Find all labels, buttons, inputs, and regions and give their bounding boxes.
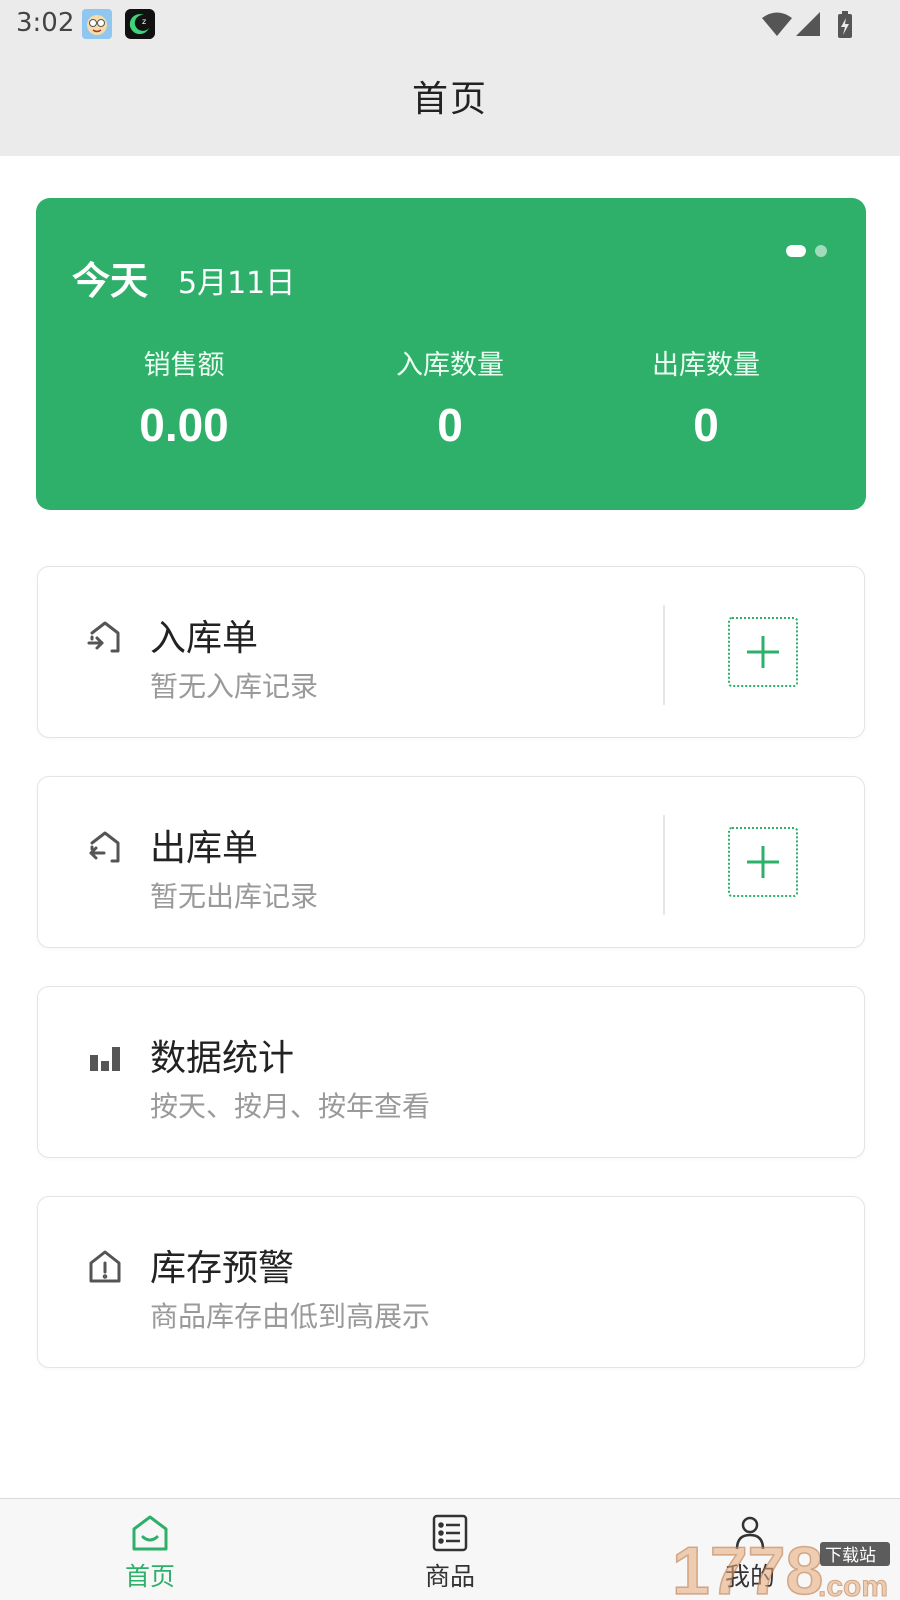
divider (663, 605, 665, 705)
menu-card-statistics[interactable]: 数据统计 按天、按月、按年查看 (37, 986, 865, 1158)
menu-subtitle: 按天、按月、按年查看 (150, 1090, 431, 1123)
stat-value: 0.00 (139, 399, 229, 451)
stat-stock-in-quantity: 入库数量 0 (325, 343, 575, 452)
today-label: 今天 (72, 259, 149, 303)
stat-value: 0 (437, 399, 463, 451)
divider (663, 815, 665, 915)
wifi-icon (762, 12, 792, 36)
warning-house-icon (86, 1247, 124, 1285)
menu-title: 库存预警 (150, 1248, 295, 1289)
menu-title: 数据统计 (150, 1038, 295, 1079)
page-indicator-dot (815, 245, 827, 257)
add-stock-in-button[interactable] (728, 617, 798, 687)
tab-home[interactable]: 首页 (90, 1499, 210, 1600)
status-indicators (762, 10, 854, 40)
menu-subtitle: 暂无入库记录 (150, 670, 319, 703)
menu-card-stock-in[interactable]: 入库单 暂无入库记录 (37, 566, 865, 738)
menu-subtitle: 商品库存由低到高展示 (150, 1300, 431, 1333)
plus-icon (747, 636, 779, 668)
tab-products[interactable]: 商品 (390, 1499, 510, 1600)
menu-title: 出库单 (150, 828, 259, 869)
watermark-number: 1778 (672, 1533, 823, 1600)
add-stock-out-button[interactable] (728, 827, 798, 897)
tab-label: 商品 (424, 1562, 475, 1591)
battery-charging-icon (838, 11, 852, 38)
app-header: 首页 (0, 48, 900, 156)
page-title: 首页 (411, 79, 488, 120)
status-bar: 3:02 z (0, 0, 900, 48)
menu-card-stock-warning[interactable]: 库存预警 商品库存由低到高展示 (37, 1196, 865, 1368)
menu-subtitle: 暂无出库记录 (150, 880, 319, 913)
today-date: 5月11日 (178, 266, 296, 301)
stat-value: 0 (693, 399, 719, 451)
stock-out-icon (86, 827, 124, 865)
stat-label: 销售额 (143, 350, 225, 381)
stat-stock-out-quantity: 出库数量 0 (581, 343, 831, 452)
plus-icon (747, 846, 779, 878)
face-app-icon (82, 9, 112, 39)
home-icon (130, 1513, 170, 1553)
status-time: 3:02 (16, 8, 75, 38)
menu-title: 入库单 (150, 618, 259, 659)
watermark-suffix: .com (818, 1570, 888, 1600)
stat-label: 出库数量 (652, 350, 760, 381)
watermark-logo: 1778 下载站 .com (670, 1528, 900, 1600)
stock-in-icon (86, 617, 124, 655)
svg-text:z: z (142, 17, 146, 26)
menu-card-stock-out[interactable]: 出库单 暂无出库记录 (37, 776, 865, 948)
today-summary-card[interactable]: 今天 5月11日 销售额 0.00 入库数量 0 出库数量 0 (36, 198, 866, 510)
watermark-subtext: 下载站 (825, 1546, 876, 1566)
list-icon (430, 1513, 470, 1553)
stat-sales: 销售额 0.00 (59, 343, 309, 452)
moon-app-icon: z (125, 9, 155, 39)
tab-label: 首页 (124, 1562, 175, 1591)
signal-icon (796, 12, 820, 36)
bar-chart-icon (86, 1037, 124, 1075)
stat-label: 入库数量 (396, 350, 504, 381)
page-indicator-dot-active (786, 245, 806, 257)
